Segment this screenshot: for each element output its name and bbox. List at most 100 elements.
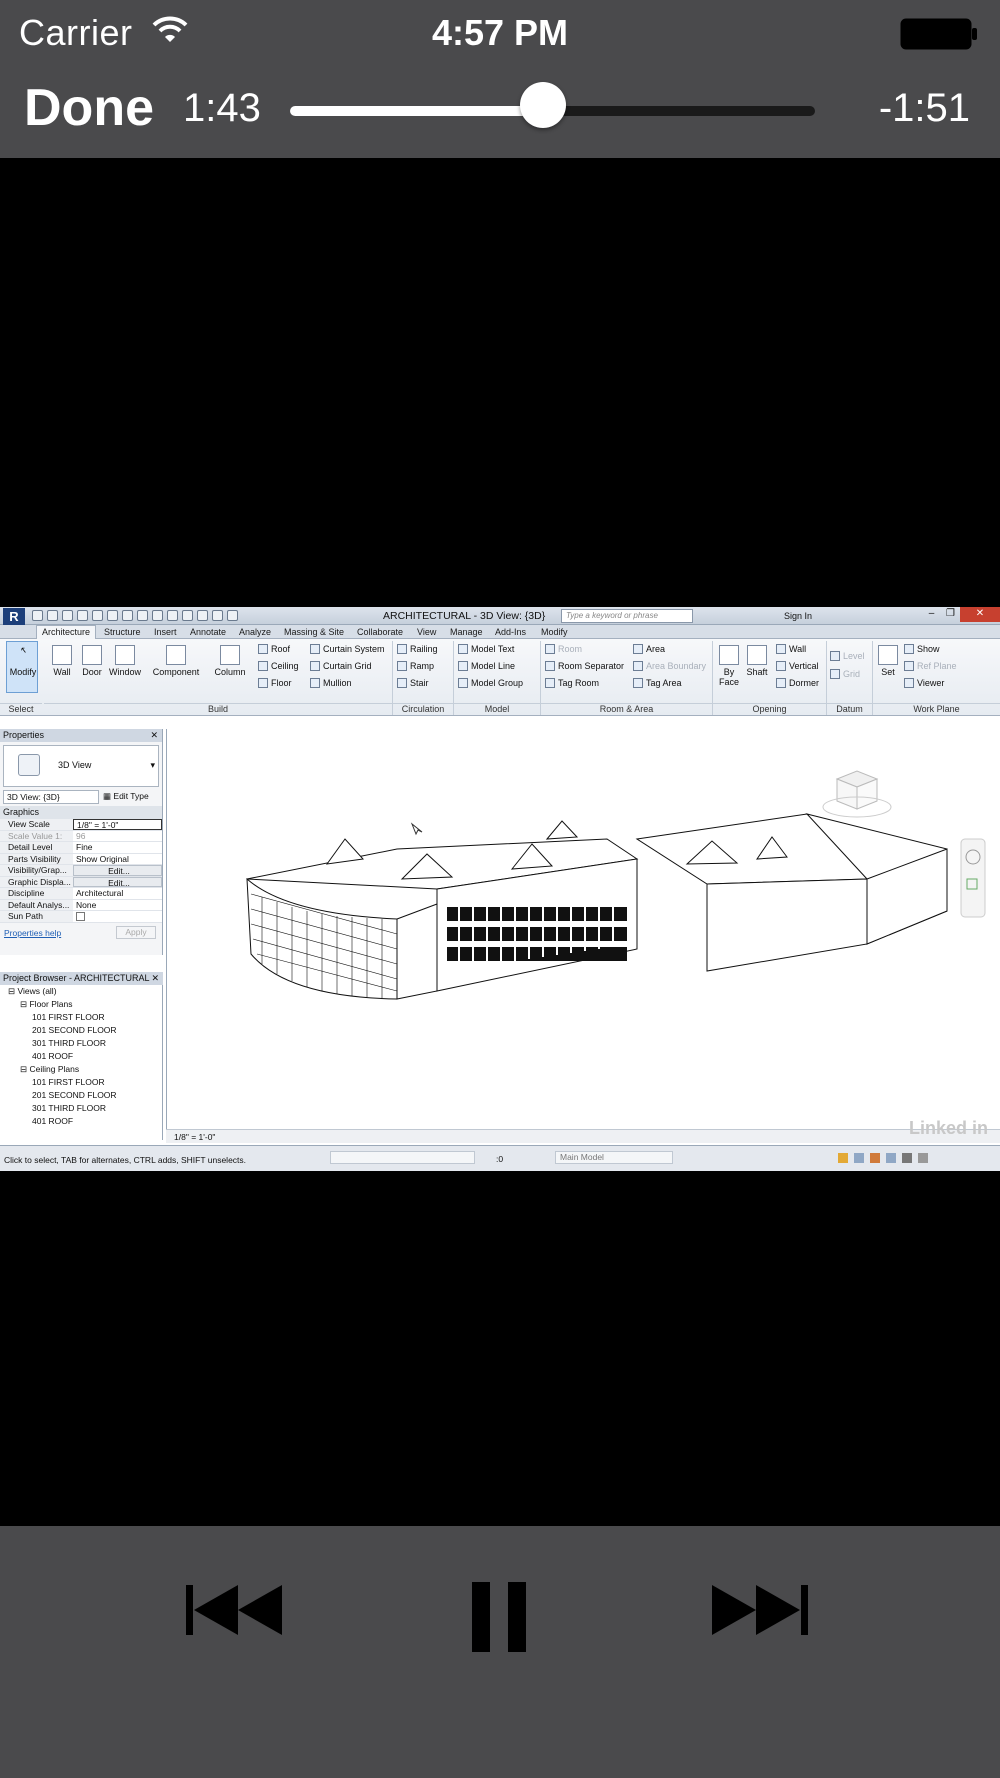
window-button[interactable]: Window [108,645,142,677]
property-value[interactable]: 96 [73,830,162,841]
tree-item[interactable]: 401 ROOF [0,1115,162,1128]
ramp-button[interactable]: Ramp [397,661,434,671]
model-text-button[interactable]: Model Text [458,644,514,654]
navigation-bar[interactable] [960,838,986,918]
search-box[interactable]: Type a keyword or phrase [561,609,693,623]
tab-structure[interactable]: Structure [104,627,141,637]
redo-icon[interactable] [92,610,103,621]
design-option-dropdown[interactable]: Main Model [555,1151,673,1164]
property-value[interactable] [73,911,162,922]
by-face-button[interactable]: By Face [716,645,742,687]
close-hidden-icon[interactable] [212,610,223,621]
column-button[interactable]: Column [212,645,248,677]
minimize-icon[interactable]: – [922,607,941,622]
component-button[interactable]: Component [150,645,202,677]
railing-button[interactable]: Railing [397,644,438,654]
apply-button[interactable]: Apply [116,925,156,939]
restore-icon[interactable]: ❐ [941,607,960,622]
ref-plane-button[interactable]: Ref Plane [904,661,957,671]
3d-view-icon[interactable] [167,610,178,621]
tree-item[interactable]: 301 THIRD FLOOR [0,1037,162,1050]
vertical-opening-button[interactable]: Vertical [776,661,819,671]
tree-item[interactable]: 101 FIRST FLOOR [0,1076,162,1089]
video-frame[interactable]: R ARCHITECTURAL - 3D View: {3D} Type a k… [0,607,1000,1171]
tab-modify[interactable]: Modify [541,627,568,637]
print-icon[interactable] [107,610,118,621]
pause-icon[interactable] [470,1582,530,1652]
select-by-face-icon[interactable] [886,1153,896,1163]
panel-select[interactable]: Select [0,703,42,715]
property-value[interactable]: Fine [73,842,162,853]
properties-help-link[interactable]: Properties help [4,928,61,938]
stair-button[interactable]: Stair [397,678,429,688]
modify-button[interactable]: ↖ Modify [8,645,38,677]
viewer-button[interactable]: Viewer [904,678,944,688]
revit-logo[interactable]: R [3,608,25,625]
edit-button[interactable]: Edit... [73,876,162,887]
dimension-icon[interactable] [137,610,148,621]
tab-view[interactable]: View [417,627,436,637]
property-value[interactable]: Show Original [73,853,162,864]
3d-view-canvas[interactable] [166,729,1000,1141]
done-button[interactable]: Done [24,78,154,138]
tree-item[interactable]: ⊟ Floor Plans [0,998,162,1011]
tree-item[interactable]: ⊟ Ceiling Plans [0,1063,162,1076]
tab-add-ins[interactable]: Add-Ins [495,627,526,637]
section-icon[interactable] [182,610,193,621]
panel-room-area[interactable]: Room & Area [541,703,712,715]
tab-analyze[interactable]: Analyze [239,627,271,637]
door-button[interactable]: Door [80,645,104,677]
thin-lines-icon[interactable] [197,610,208,621]
grid-button[interactable]: Grid [830,669,860,679]
select-underlay-icon[interactable] [854,1153,864,1163]
wall-opening-button[interactable]: Wall [776,644,806,654]
view-scale-control[interactable]: 1/8" = 1'-0" [174,1132,215,1142]
open-icon[interactable] [32,610,43,621]
tab-annotate[interactable]: Annotate [190,627,226,637]
skip-forward-icon[interactable] [712,1582,816,1638]
skip-back-icon[interactable] [186,1582,290,1638]
mullion-button[interactable]: Mullion [310,678,352,688]
close-icon[interactable]: ✕ [960,607,1000,622]
instance-selector[interactable]: 3D View: {3D} [3,790,99,804]
tree-item[interactable]: 101 FIRST FLOOR [0,1011,162,1024]
tab-architecture[interactable]: Architecture [36,625,97,639]
tag-room-button[interactable]: Tag Room [545,678,599,688]
graphics-group[interactable]: Graphics [0,806,162,819]
roof-button[interactable]: Roof [258,644,290,654]
sign-in-link[interactable]: Sign In [784,611,812,621]
show-button[interactable]: Show [904,644,940,654]
curtain-system-button[interactable]: Curtain System [310,644,385,654]
workset-dropdown[interactable] [330,1151,475,1164]
model-line-button[interactable]: Model Line [458,661,515,671]
tree-item[interactable]: 201 SECOND FLOOR [0,1024,162,1037]
tree-item[interactable]: 301 THIRD FLOOR [0,1102,162,1115]
tab-manage[interactable]: Manage [450,627,483,637]
measure-icon[interactable] [122,610,133,621]
level-button[interactable]: Level [830,651,865,661]
save-icon[interactable] [47,610,58,621]
property-value[interactable]: 1/8" = 1'-0" [73,819,162,830]
model-group-button[interactable]: Model Group [458,678,523,688]
tag-area-button[interactable]: Tag Area [633,678,682,688]
dormer-button[interactable]: Dormer [776,678,819,688]
area-button[interactable]: Area [633,644,665,654]
room-separator-button[interactable]: Room Separator [545,661,624,671]
sync-icon[interactable] [62,610,73,621]
room-button[interactable]: Room [545,644,582,654]
close-icon[interactable]: ✕ [150,729,158,742]
view-cube[interactable] [822,770,892,818]
undo-icon[interactable] [77,610,88,621]
switch-windows-icon[interactable] [227,610,238,621]
edit-type-button[interactable]: ▦ Edit Type [103,790,159,804]
drag-elements-icon[interactable] [902,1153,912,1163]
text-icon[interactable] [152,610,163,621]
floor-button[interactable]: Floor [258,678,292,688]
tree-item[interactable]: 401 ROOF [0,1050,162,1063]
tab-insert[interactable]: Insert [154,627,177,637]
edit-button[interactable]: Edit... [73,865,162,876]
close-icon[interactable]: ✕ [151,972,159,985]
tab-collaborate[interactable]: Collaborate [357,627,403,637]
select-pinned-icon[interactable] [870,1153,880,1163]
shaft-button[interactable]: Shaft [744,645,770,677]
